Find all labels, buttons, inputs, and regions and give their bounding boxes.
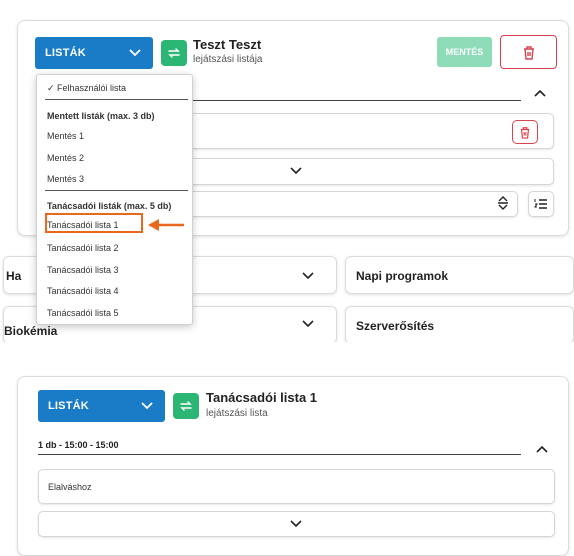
- expand-box[interactable]: [150, 158, 554, 185]
- playlist-owner-subtitle: lejátszási listája: [193, 54, 263, 65]
- section-title-right-row1: Napi programok: [356, 269, 449, 283]
- sort-arrows-icon[interactable]: [497, 195, 509, 211]
- time-underline: [150, 100, 521, 101]
- section-title-left-row2: Biokémia: [4, 324, 58, 338]
- chevron-down-icon: [141, 402, 153, 410]
- menu-item-advisor-5[interactable]: Tanácsadói lista 5: [47, 308, 119, 318]
- chevron-up-icon[interactable]: [534, 89, 546, 97]
- time-underline: [38, 454, 521, 455]
- sort-box[interactable]: [150, 191, 518, 217]
- menu-item-advisor-1[interactable]: Tanácsadói lista 1: [47, 220, 119, 230]
- menu-item-save-2[interactable]: Mentés 2: [47, 153, 84, 163]
- chevron-down-icon: [290, 167, 302, 175]
- menu-item-save-3[interactable]: Mentés 3: [47, 174, 84, 184]
- delete-item-button[interactable]: [512, 120, 538, 144]
- chevron-up-icon[interactable]: [536, 445, 548, 453]
- playlist-owner-title: Teszt Teszt: [193, 37, 262, 52]
- list-item-box[interactable]: [38, 469, 555, 504]
- swap-arrows-icon: [166, 45, 182, 61]
- time-label: 1 db - 15:00 - 15:00: [38, 440, 119, 450]
- playlist-subtitle: lejátszási lista: [206, 408, 268, 419]
- menu-item-advisor-3[interactable]: Tanácsadói lista 3: [47, 265, 119, 275]
- lists-dropdown-button[interactable]: LISTÁK: [35, 37, 153, 69]
- numbered-list-icon: [534, 198, 548, 210]
- menu-header-saved: Mentett listák (max. 3 db): [47, 111, 155, 121]
- menu-item-advisor-2[interactable]: Tanácsadói lista 2: [47, 243, 119, 253]
- delete-list-button[interactable]: [500, 35, 557, 69]
- arrow-left-icon: [146, 218, 186, 232]
- lists-button-label: LISTÁK: [45, 47, 86, 59]
- playlist-title: Tanácsadói lista 1: [206, 390, 318, 405]
- switch-list-button[interactable]: [161, 40, 187, 66]
- chevron-down-icon: [290, 520, 302, 528]
- trash-icon: [522, 45, 536, 60]
- menu-item-save-1[interactable]: Mentés 1: [47, 131, 84, 141]
- list-options-button[interactable]: [528, 191, 554, 217]
- section-title-left-row1: Ha: [6, 269, 22, 283]
- swap-arrows-icon: [178, 398, 194, 414]
- save-button[interactable]: MENTÉS: [437, 37, 492, 67]
- menu-item-label: Felhasználói lista: [57, 83, 127, 93]
- section-title-right-row2: Szerverősítés: [356, 319, 435, 333]
- menu-item-user-list[interactable]: ✓ Felhasználói lista: [47, 83, 126, 94]
- lists-dropdown-button[interactable]: LISTÁK: [38, 390, 165, 422]
- menu-divider: [45, 99, 188, 100]
- menu-divider: [45, 190, 188, 191]
- menu-item-advisor-4[interactable]: Tanácsadói lista 4: [47, 286, 119, 296]
- lists-button-label: LISTÁK: [48, 400, 89, 412]
- menu-header-advisor: Tanácsadói listák (max. 5 db): [47, 201, 172, 211]
- list-item-label: Elalváshoz: [48, 482, 92, 492]
- separator-gap: [0, 342, 574, 380]
- chevron-down-icon: [302, 272, 314, 280]
- trash-icon: [519, 126, 531, 139]
- save-button-label: MENTÉS: [445, 47, 484, 57]
- chevron-down-icon: [302, 320, 314, 328]
- chevron-down-icon: [129, 49, 141, 57]
- checkmark-icon: ✓: [47, 83, 55, 93]
- lists-dropdown-menu: ✓ Felhasználói lista Mentett listák (max.…: [36, 74, 193, 325]
- list-item-box[interactable]: [150, 113, 554, 149]
- switch-list-button[interactable]: [173, 393, 199, 419]
